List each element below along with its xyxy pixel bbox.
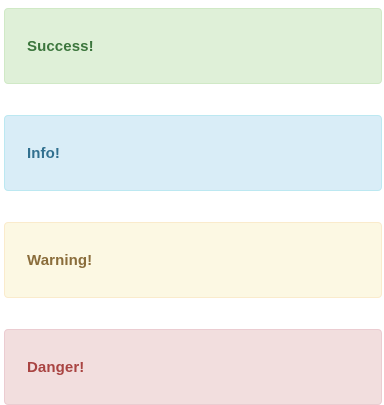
warning-alert: Warning! [4, 222, 382, 298]
info-alert-text: Info! [27, 144, 60, 162]
danger-alert: Danger! [4, 329, 382, 405]
danger-alert-text: Danger! [27, 358, 85, 376]
warning-alert-text: Warning! [27, 251, 93, 269]
info-alert: Info! [4, 115, 382, 191]
success-alert: Success! [4, 8, 382, 84]
success-alert-text: Success! [27, 37, 94, 55]
